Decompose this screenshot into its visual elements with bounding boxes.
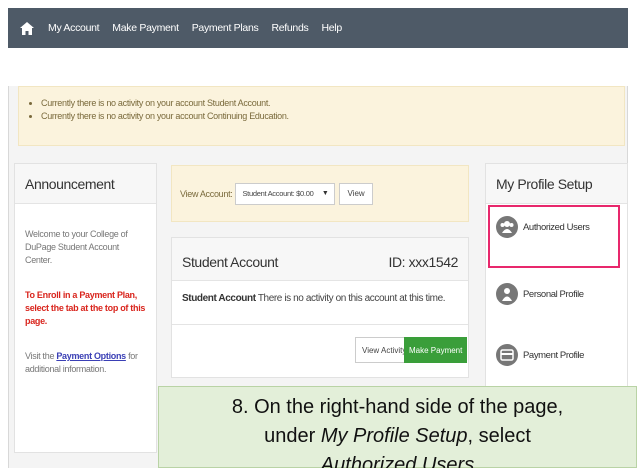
view-button[interactable]: View	[339, 182, 373, 205]
student-account-message: Student Account There is no activity on …	[172, 281, 468, 316]
callout-emphasis: My Profile Setup	[320, 425, 468, 447]
student-account-title: Student Account	[182, 254, 278, 270]
message-text: There is no activity on this account at …	[255, 293, 446, 304]
announcement-visit: Visit the Payment Options for additional…	[25, 350, 146, 376]
personal-profile-item[interactable]: Personal Profile	[496, 283, 584, 305]
visit-prefix: Visit the	[25, 351, 57, 361]
chevron-down-icon: ▼	[321, 189, 329, 197]
announcement-panel: Announcement Welcome to your College of …	[14, 163, 157, 453]
nav-refunds[interactable]: Refunds	[271, 22, 308, 34]
view-account-bar: View Account: Student Account: $0.00 ▼ V…	[171, 165, 469, 222]
announcement-enroll: To Enroll in a Payment Plan, select the …	[25, 290, 146, 326]
account-select-value: Student Account: $0.00	[242, 189, 314, 198]
message-account-name: Student Account	[182, 293, 256, 304]
page-top-area	[8, 48, 628, 86]
announcement-title: Announcement	[15, 164, 156, 204]
activity-notice: Currently there is no activity on your a…	[18, 86, 625, 146]
notice-item: Currently there is no activity on your a…	[41, 97, 624, 110]
top-navbar: My Account Make Payment Payment Plans Re…	[8, 8, 628, 48]
payment-profile-label: Payment Profile	[523, 349, 585, 361]
personal-profile-label: Personal Profile	[523, 288, 584, 300]
account-select[interactable]: Student Account: $0.00 ▼	[235, 182, 336, 205]
notice-item: Currently there is no activity on your a…	[41, 110, 624, 123]
person-icon	[496, 283, 518, 305]
authorized-users-highlight	[488, 205, 620, 268]
callout-line-2-prefix: under	[264, 425, 321, 447]
nav-make-payment[interactable]: Make Payment	[112, 22, 179, 34]
callout-line-3: Authorized Users	[159, 451, 636, 468]
profile-setup-title: My Profile Setup	[486, 164, 627, 204]
callout-line-2: under My Profile Setup, select	[159, 422, 636, 451]
payment-profile-item[interactable]: Payment Profile	[496, 344, 584, 366]
credit-card-icon	[496, 344, 518, 366]
announcement-welcome: Welcome to your College of DuPage Studen…	[25, 229, 128, 265]
instruction-callout: 8. On the right-hand side of the page, u…	[158, 386, 637, 468]
callout-line-2-suffix: , select	[467, 425, 531, 447]
view-account-label: View Account:	[180, 188, 233, 199]
nav-my-account[interactable]: My Account	[48, 22, 100, 34]
make-payment-button[interactable]: Make Payment	[404, 337, 468, 363]
student-id: ID: xxx1542	[388, 254, 458, 270]
payment-options-link[interactable]: Payment Options	[56, 351, 126, 361]
callout-line-1: 8. On the right-hand side of the page,	[231, 396, 564, 418]
student-account-actions: View Activity Make Payment	[172, 324, 468, 374]
home-icon[interactable]	[20, 21, 34, 35]
nav-help[interactable]: Help	[321, 22, 342, 34]
callout-line-3-text: Authorized Users	[320, 454, 475, 468]
nav-payment-plans[interactable]: Payment Plans	[192, 22, 259, 34]
student-account-panel: Student Account ID: xxx1542 Student Acco…	[171, 237, 469, 378]
